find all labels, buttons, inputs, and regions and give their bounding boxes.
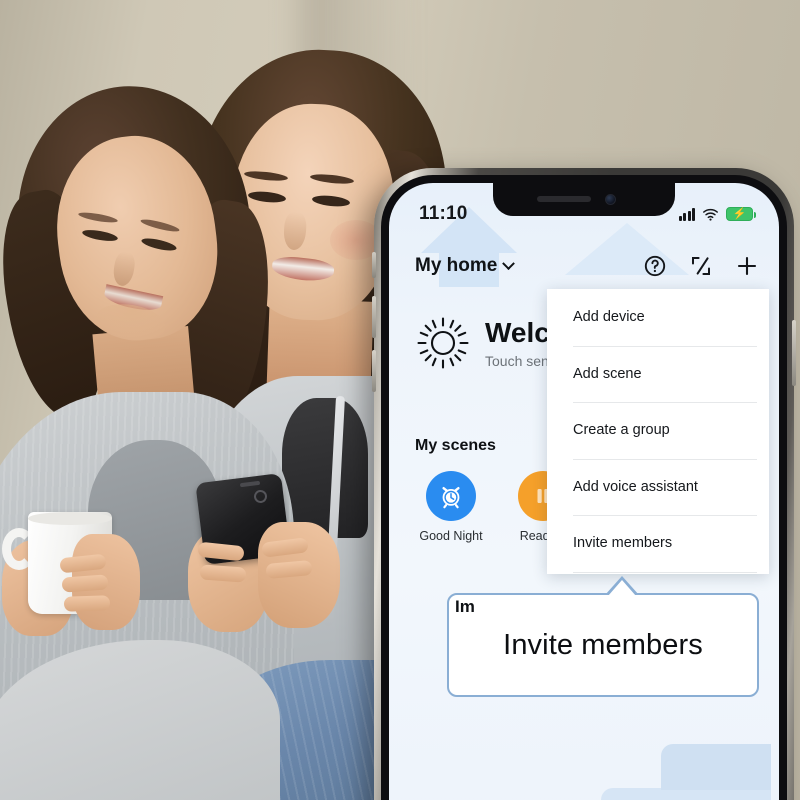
callout-label: Invite members — [503, 628, 703, 661]
home-selector[interactable]: My home — [415, 255, 516, 277]
front-camera — [605, 194, 616, 205]
woman-left-trousers — [0, 640, 280, 800]
menu-item-invite-members[interactable]: Invite members — [547, 515, 769, 573]
menu-item-add-device[interactable]: Add device — [547, 289, 769, 346]
alarm-clock-icon — [426, 471, 476, 521]
menu-item-create-a-group[interactable]: Create a group — [547, 402, 769, 459]
menu-item-label: Add device — [573, 309, 645, 326]
scene-good-night[interactable]: Good Night — [413, 471, 489, 543]
help-icon[interactable] — [643, 254, 667, 278]
app-bar-actions — [643, 254, 759, 278]
mug-rim — [28, 512, 112, 525]
app-bar: My home — [389, 239, 779, 293]
home-name-label: My home — [415, 255, 498, 276]
scene-label: Good Night — [419, 529, 483, 543]
bottom-shape-decoration-1 — [661, 744, 771, 790]
menu-item-add-scene[interactable]: Add scene — [547, 345, 769, 403]
volume-up-button[interactable] — [372, 296, 376, 338]
silent-switch[interactable] — [372, 252, 376, 278]
woman-right-inner-top — [282, 398, 368, 538]
phone-screen: 11:10 ⚡ My home Touch sensor My scenes G… — [389, 183, 779, 800]
volume-down-button[interactable] — [372, 350, 376, 392]
status-bar-clock: 11:10 — [419, 203, 468, 224]
chevron-down-icon — [502, 256, 516, 270]
menu-item-label: Create a group — [573, 422, 670, 439]
battery-charging-icon: ⚡ — [726, 207, 756, 221]
menu-item-label: Invite members — [573, 535, 673, 552]
phone-mockup: 11:10 ⚡ My home Touch sensor My scenes G… — [372, 168, 796, 800]
scenes-section-title: My scenes — [415, 437, 496, 454]
earpiece-speaker — [537, 196, 591, 202]
scan-edit-icon[interactable] — [689, 254, 713, 278]
finger — [63, 595, 111, 612]
menu-item-label: Add scene — [573, 365, 642, 382]
menu-bottom-divider — [573, 571, 757, 573]
sun-icon — [417, 317, 469, 369]
callout-arrow-fill — [608, 580, 636, 596]
finger — [199, 564, 247, 583]
cellular-signal-icon — [678, 207, 695, 221]
menu-item-label: Add voice assistant — [573, 478, 698, 495]
phone-notch — [493, 183, 675, 216]
wifi-icon — [703, 208, 718, 221]
menu-item-add-voice-assistant[interactable]: Add voice assistant — [547, 458, 769, 516]
zoom-callout: Im Invite members — [447, 576, 759, 697]
occluded-text-fragment: Im — [455, 597, 475, 616]
charging-bolt-glyph: ⚡ — [732, 207, 747, 220]
status-bar-indicators: ⚡ — [678, 206, 756, 223]
add-icon[interactable] — [735, 254, 759, 278]
power-button[interactable] — [792, 320, 796, 386]
screenshot-stage: 11:10 ⚡ My home Touch sensor My scenes G… — [0, 0, 800, 800]
finger — [61, 574, 109, 593]
overflow-menu: Add device Add scene Create a group Add … — [547, 289, 769, 574]
